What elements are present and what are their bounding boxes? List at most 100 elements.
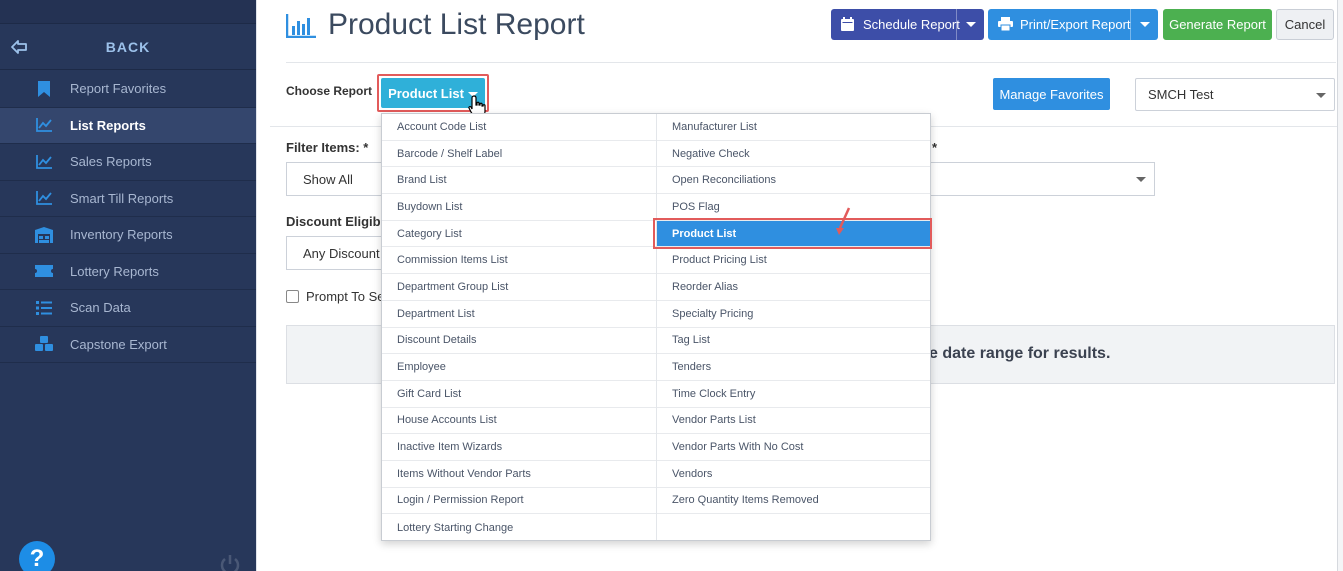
menu-item[interactable]: Negative Check <box>657 141 930 168</box>
menu-item[interactable]: Barcode / Shelf Label <box>382 141 656 168</box>
menu-item[interactable]: Department Group List <box>382 274 656 301</box>
menu-item[interactable]: Tenders <box>657 354 930 381</box>
chevron-down-icon <box>1316 93 1326 98</box>
menu-item[interactable]: Product Pricing List <box>657 247 930 275</box>
sidebar-item-scan-data[interactable]: Scan Data <box>0 290 256 327</box>
menu-item[interactable]: Gift Card List <box>382 381 656 408</box>
menu-item[interactable]: Items Without Vendor Parts <box>382 461 656 488</box>
sidebar-item-lottery-reports[interactable]: Lottery Reports <box>0 254 256 290</box>
schedule-dropdown-toggle[interactable] <box>956 9 984 40</box>
sidebar-item-label: Capstone Export <box>70 336 167 352</box>
menu-item[interactable]: Discount Details <box>382 328 656 355</box>
prompt-checkbox-label: Prompt To Se <box>306 288 382 304</box>
chart-line-icon <box>35 153 53 171</box>
menu-item[interactable]: Time Clock Entry <box>657 381 930 408</box>
discount-eligibility-select[interactable]: Any Discount <box>286 236 382 270</box>
report-type-menu: Account Code List Barcode / Shelf Label … <box>381 113 931 541</box>
chevron-down-icon <box>965 22 976 27</box>
prompt-checkbox-row[interactable]: Prompt To Se <box>286 288 382 304</box>
menu-item[interactable]: Lottery Starting Change <box>382 514 656 541</box>
page-title: Product List Report <box>328 8 585 41</box>
cancel-button[interactable]: Cancel <box>1276 9 1334 40</box>
sidebar-item-capstone-export[interactable]: Capstone Export <box>0 327 256 363</box>
menu-item[interactable]: Brand List <box>382 167 656 195</box>
report-type-selected: Product List <box>388 85 464 101</box>
manage-favorites-button[interactable]: Manage Favorites <box>993 78 1110 110</box>
chart-line-icon <box>35 189 53 207</box>
sidebar-item-label: Report Favorites <box>70 81 167 97</box>
sidebar-item-report-favorites[interactable]: Report Favorites <box>0 71 256 108</box>
menu-item[interactable]: Vendor Parts With No Cost <box>657 434 930 461</box>
menu-item[interactable]: Login / Permission Report <box>382 488 656 515</box>
sidebar-item-label: Scan Data <box>70 300 131 316</box>
print-export-report-button[interactable]: Print/Export Report <box>988 9 1158 40</box>
sidebar-item-inventory-reports[interactable]: Inventory Reports <box>0 217 256 254</box>
print-export-label: Print/Export Report <box>1020 17 1131 32</box>
store-select[interactable]: SMCH Test <box>1135 78 1335 111</box>
report-menu-column-right: Manufacturer List Negative Check Open Re… <box>656 114 930 540</box>
window-edge <box>1337 0 1343 571</box>
sidebar-item-list-reports[interactable]: List Reports <box>0 107 256 144</box>
schedule-report-button[interactable]: Schedule Report <box>831 9 984 40</box>
sidebar-item-label: Smart Till Reports <box>70 190 174 206</box>
menu-item[interactable]: House Accounts List <box>382 408 656 435</box>
sidebar-item-label: Sales Reports <box>70 154 152 170</box>
menu-item[interactable]: Buydown List <box>382 194 656 221</box>
title-divider <box>286 62 1336 63</box>
report-menu-column-left: Account Code List Barcode / Shelf Label … <box>382 114 656 541</box>
sidebar-item-smart-till-reports[interactable]: Smart Till Reports <box>0 181 256 217</box>
menu-item[interactable]: Inactive Item Wizards <box>382 434 656 461</box>
sidebar-item-sales-reports[interactable]: Sales Reports <box>0 144 256 181</box>
help-button[interactable]: ? <box>19 541 55 571</box>
bar-chart-icon <box>286 14 316 38</box>
discount-eligibility-value: Any Discount <box>303 245 380 261</box>
menu-item[interactable]: Account Code List <box>382 114 656 141</box>
secondary-filter-select[interactable] <box>929 162 1155 196</box>
store-select-value: SMCH Test <box>1148 87 1214 102</box>
menu-item[interactable]: Commission Items List <box>382 247 656 275</box>
back-label: BACK <box>105 38 151 55</box>
required-marker: * <box>932 140 938 155</box>
sidebar-item-label: Inventory Reports <box>70 227 173 243</box>
print-dropdown-toggle[interactable] <box>1130 9 1158 40</box>
menu-item[interactable]: Tag List <box>657 328 930 355</box>
menu-item[interactable]: Open Reconciliations <box>657 167 930 195</box>
bookmark-icon <box>35 80 53 98</box>
power-icon[interactable] <box>219 553 241 571</box>
cubes-icon <box>35 335 53 353</box>
results-info-text: e date range for results. <box>929 345 1111 362</box>
sidebar-nav: Report Favorites List Reports Sales Repo… <box>0 71 256 363</box>
menu-item[interactable]: Manufacturer List <box>657 114 930 141</box>
prompt-checkbox[interactable] <box>286 289 299 303</box>
sidebar: BACK Report Favorites List Reports Sales… <box>0 0 256 571</box>
warehouse-icon <box>35 226 53 244</box>
chevron-down-icon <box>1139 22 1150 27</box>
annotation-highlight-box <box>653 218 932 249</box>
menu-item[interactable]: Reorder Alias <box>657 274 930 301</box>
menu-item[interactable]: Employee <box>382 354 656 381</box>
menu-item[interactable]: Category List <box>382 221 656 248</box>
list-icon <box>35 299 53 317</box>
menu-item[interactable]: Department List <box>382 301 656 328</box>
chart-line-icon <box>35 116 53 134</box>
menu-item[interactable]: Specialty Pricing <box>657 301 930 328</box>
generate-report-button[interactable]: Generate Report <box>1163 9 1272 40</box>
discount-eligibility-label: Discount Eligibili <box>286 214 382 229</box>
menu-item[interactable]: POS Flag <box>657 194 930 221</box>
sidebar-item-label: Lottery Reports <box>70 263 159 279</box>
filter-items-select[interactable]: Show All <box>286 162 382 196</box>
chevron-down-icon <box>1136 177 1146 182</box>
menu-item[interactable]: Zero Quantity Items Removed <box>657 488 930 515</box>
menu-item[interactable]: Vendor Parts List <box>657 408 930 435</box>
back-arrow-icon <box>11 40 27 54</box>
filter-items-label: Filter Items: * <box>286 140 369 155</box>
calendar-icon <box>841 16 857 33</box>
sidebar-edge <box>256 0 270 571</box>
back-button[interactable]: BACK <box>0 24 256 70</box>
sidebar-item-label: List Reports <box>70 117 146 133</box>
annotation-arrow-icon <box>836 207 851 235</box>
printer-icon <box>998 16 1014 33</box>
choose-report-label: Choose Report <box>286 84 373 98</box>
ticket-icon <box>35 262 53 280</box>
menu-item[interactable]: Vendors <box>657 461 930 488</box>
